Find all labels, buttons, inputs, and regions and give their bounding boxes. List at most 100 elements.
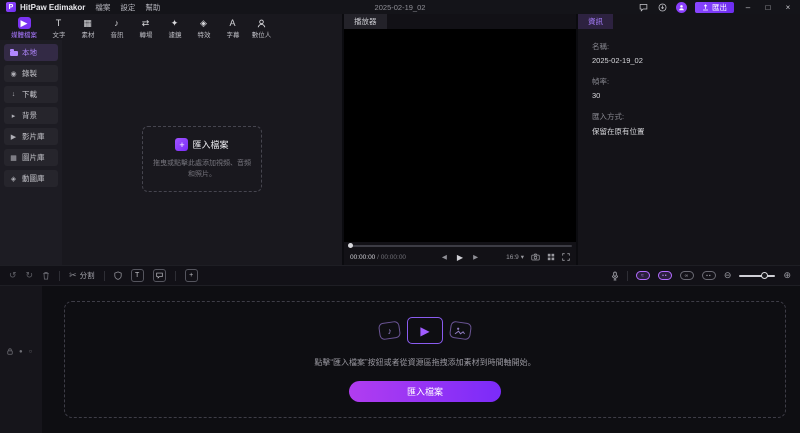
filters-icon: ✦	[170, 17, 179, 28]
sidebar-item-image-library[interactable]: ▦ 圖片庫	[4, 149, 58, 166]
media-sidebar: 本地 ◉ 錄製 ↓ 下載 ▸ 背景 ▶ 影片庫 ▦ 圖片庫 ◈ 動圖庫	[0, 40, 62, 265]
ribbon-tabs: ▶ 媒體檔案 T 文字 ▦ 素材 ♪ 音訊 ⇄ 轉場 ✦ 濾鏡 ◈ 特效 A 字…	[0, 14, 342, 40]
maximize-button[interactable]: □	[762, 3, 774, 12]
zoom-slider-handle[interactable]	[761, 271, 769, 279]
sidebar-item-record[interactable]: ◉ 錄製	[4, 65, 58, 82]
previous-frame-button[interactable]: ◀	[442, 253, 447, 261]
minimize-button[interactable]: –	[742, 3, 754, 12]
tab-text[interactable]: T 文字	[44, 17, 73, 40]
tab-transitions[interactable]: ⇄ 轉場	[131, 17, 160, 40]
folder-icon	[9, 49, 18, 56]
player-panel: 播放器 00:00:00 / 00:00:00 ◀ ▶ ▶ 16:9 ▾	[344, 14, 576, 265]
digital-human-icon	[256, 17, 268, 29]
scrubber-handle[interactable]	[348, 242, 353, 248]
track-hide-icon[interactable]: ○	[29, 349, 33, 355]
image-library-icon: ▦	[10, 154, 17, 162]
fullscreen-icon[interactable]	[562, 253, 570, 261]
import-dropzone[interactable]: + 匯入檔案 拖曳或點擊此處添加視頻、音頻和照片。	[142, 126, 262, 193]
export-button[interactable]: 匯出	[695, 1, 734, 13]
timeline-dropzone[interactable]: ♪ ▶ 點擊“匯入檔案”按鈕或者從資源區拖拽添加素材到時間軸開始。 匯入檔案	[64, 301, 786, 418]
redo-icon[interactable]: ↻	[26, 271, 34, 280]
media-panel: + 匯入檔案 拖曳或點擊此處添加視頻、音頻和照片。	[62, 40, 342, 265]
timeline-import-button[interactable]: 匯入檔案	[349, 381, 501, 402]
timeline-empty-hint: 點擊“匯入檔案”按鈕或者從資源區拖拽添加素材到時間軸開始。	[314, 358, 536, 367]
feedback-icon[interactable]	[638, 2, 649, 13]
tab-info[interactable]: 資訊	[578, 14, 613, 29]
menu-settings[interactable]: 設定	[120, 2, 135, 13]
stickers-icon: ▦	[83, 17, 92, 28]
player-scrubber[interactable]	[344, 242, 576, 249]
audio-icon: ♪	[114, 17, 119, 28]
background-icon: ▸	[11, 112, 16, 120]
export-icon	[703, 3, 708, 10]
sidebar-item-gif-library[interactable]: ◈ 動圖庫	[4, 170, 58, 187]
tab-effects[interactable]: ◈ 特效	[189, 17, 218, 40]
text-tool-icon[interactable]: T	[130, 269, 144, 282]
info-field-framerate: 幀率: 30	[592, 77, 610, 100]
update-icon[interactable]	[657, 2, 668, 13]
timeline-toolbar: ↺ ↻ ✂ 分割 T + ≈ •• ∞ ▪▪ ⊖ ⊕	[0, 265, 800, 286]
close-button[interactable]: ×	[782, 3, 794, 12]
audio-waveform-icon[interactable]: ≈	[635, 271, 650, 280]
tab-audio[interactable]: ♪ 音訊	[102, 17, 131, 40]
zoom-in-icon[interactable]: ⊕	[783, 270, 791, 281]
add-track-icon[interactable]: +	[184, 269, 198, 282]
tab-media-files[interactable]: ▶ 媒體檔案	[4, 17, 44, 40]
info-field-name: 名稱: 2025-02-19_02	[592, 42, 643, 65]
link-icon[interactable]: ∞	[679, 271, 694, 280]
undo-icon[interactable]: ↺	[9, 271, 17, 280]
import-title: 匯入檔案	[192, 140, 229, 150]
download-icon: ↓	[11, 91, 16, 98]
info-field-import-method: 匯入方式: 保留在原有位置	[592, 112, 645, 136]
media-section: ▶ 媒體檔案 T 文字 ▦ 素材 ♪ 音訊 ⇄ 轉場 ✦ 濾鏡 ◈ 特效 A 字…	[0, 14, 342, 265]
next-frame-button[interactable]: ▶	[473, 253, 478, 261]
menu-help[interactable]: 幫助	[145, 2, 160, 13]
subtitle-tool-icon[interactable]	[152, 269, 166, 282]
track-header-rail: ● ○	[0, 286, 42, 433]
text-icon: T	[55, 17, 62, 28]
zoom-out-icon[interactable]: ⊖	[724, 270, 732, 281]
tab-stickers[interactable]: ▦ 素材	[73, 17, 102, 40]
gif-library-icon: ◈	[10, 175, 17, 183]
video-library-icon: ▶	[10, 133, 17, 141]
timeline-area: ● ○ ♪ ▶ 點擊“匯入檔案”按鈕或者從資源區拖拽添加素材到時間軸開始。 匯入…	[0, 286, 800, 433]
grid-icon[interactable]	[547, 253, 555, 261]
effects-icon: ◈	[200, 17, 207, 28]
mask-icon[interactable]	[114, 271, 122, 280]
magnetic-snap-icon[interactable]: ••	[657, 271, 672, 280]
keyframe-icon[interactable]: ▪▪	[701, 271, 716, 280]
sidebar-item-local[interactable]: 本地	[4, 44, 58, 61]
music-box-icon: ♪	[377, 320, 402, 341]
delete-icon[interactable]	[42, 271, 50, 280]
media-files-icon: ▶	[17, 17, 31, 29]
play-button[interactable]: ▶	[457, 253, 463, 262]
chevron-down-icon: ▾	[520, 254, 524, 261]
scissors-icon: ✂	[69, 270, 77, 280]
media-type-icons: ♪ ▶	[377, 317, 473, 344]
app-name: HitPaw Edimakor	[20, 2, 86, 12]
track-lock-icon[interactable]	[7, 348, 13, 355]
video-preview[interactable]	[344, 29, 576, 242]
app-logo: P	[6, 2, 16, 12]
microphone-icon[interactable]	[611, 271, 619, 281]
tab-subtitles[interactable]: A 字幕	[218, 17, 247, 40]
import-hint: 拖曳或點擊此處添加視頻、音頻和照片。	[153, 160, 251, 179]
video-box-icon: ▶	[407, 317, 443, 344]
sidebar-item-background[interactable]: ▸ 背景	[4, 107, 58, 124]
user-avatar[interactable]	[676, 1, 687, 13]
snapshot-icon[interactable]	[531, 253, 540, 261]
sidebar-item-video-library[interactable]: ▶ 影片庫	[4, 128, 58, 145]
plus-icon: +	[175, 138, 189, 151]
tab-player[interactable]: 播放器	[344, 14, 387, 29]
sidebar-item-download[interactable]: ↓ 下載	[4, 86, 58, 103]
timeline-zoom-slider[interactable]	[739, 271, 776, 279]
tab-filters[interactable]: ✦ 濾鏡	[160, 17, 189, 40]
document-title: 2025-02-19_02	[374, 2, 426, 12]
track-mute-icon[interactable]: ●	[19, 349, 23, 355]
split-button[interactable]: ✂ 分割	[69, 270, 95, 281]
subtitles-icon: A	[229, 17, 236, 28]
info-panel: 資訊 名稱: 2025-02-19_02 幀率: 30 匯入方式: 保留在原有位…	[578, 14, 800, 265]
menu-file[interactable]: 檔案	[95, 2, 110, 13]
tab-digital-human[interactable]: 數位人	[247, 17, 276, 40]
aspect-ratio-dropdown[interactable]: 16:9 ▾	[506, 253, 524, 262]
